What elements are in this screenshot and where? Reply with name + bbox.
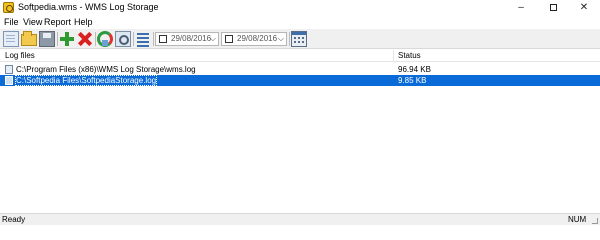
- maximize-icon: [549, 3, 557, 11]
- date-to-checkbox[interactable]: [225, 35, 233, 43]
- column-header-log-files[interactable]: Log files: [5, 51, 35, 60]
- app-icon: [3, 2, 14, 13]
- num-lock-indicator: NUM: [568, 215, 587, 224]
- log-file-status: 96.94 KB: [398, 65, 431, 74]
- table-row[interactable]: C:\Softpedia Files\SoftpediaStorage.log …: [0, 75, 600, 86]
- log-files-list[interactable]: Log files Status C:\Program Files (x86)\…: [0, 50, 600, 213]
- status-text: Ready: [2, 215, 26, 224]
- menu-bar: File View Report Help: [0, 16, 600, 29]
- new-icon[interactable]: [3, 31, 19, 47]
- window-title: Softpedia.wms - WMS Log Storage: [18, 2, 159, 12]
- close-button[interactable]: ✕: [568, 0, 600, 15]
- list-header: Log files Status: [0, 50, 600, 62]
- open-folder-icon[interactable]: [21, 31, 37, 46]
- column-header-status[interactable]: Status: [398, 51, 421, 60]
- calendar-icon[interactable]: [291, 31, 307, 47]
- log-file-icon: [5, 76, 13, 85]
- save-icon[interactable]: [39, 31, 55, 47]
- toolbar-separator: [57, 32, 58, 46]
- toolbar-separator: [153, 32, 154, 46]
- status-bar: Ready NUM: [0, 213, 600, 225]
- resize-grip-icon[interactable]: [592, 218, 598, 224]
- chevron-down-icon[interactable]: ⌵: [278, 34, 284, 44]
- list-icon[interactable]: [135, 31, 151, 47]
- log-file-icon: [5, 65, 13, 74]
- toolbar-separator: [133, 32, 134, 46]
- toolbar-separator: [95, 32, 96, 46]
- menu-view[interactable]: View: [23, 17, 42, 27]
- title-bar: Softpedia.wms - WMS Log Storage – ✕: [0, 0, 600, 16]
- log-file-path: C:\Softpedia Files\SoftpediaStorage.log: [14, 75, 158, 86]
- table-row[interactable]: C:\Program Files (x86)\WMS Log Storage\w…: [0, 64, 600, 75]
- menu-report[interactable]: Report: [44, 17, 71, 27]
- date-from-value: 29/08/2016: [171, 34, 212, 43]
- date-from-checkbox[interactable]: [159, 35, 167, 43]
- find-icon[interactable]: [115, 31, 131, 47]
- log-file-path: C:\Program Files (x86)\WMS Log Storage\w…: [16, 65, 196, 74]
- minimize-button[interactable]: –: [505, 0, 537, 15]
- toolbar-separator: [289, 32, 290, 46]
- recycle-icon[interactable]: [97, 31, 113, 47]
- date-from-picker[interactable]: 29/08/2016 ⌵: [155, 32, 219, 46]
- menu-help[interactable]: Help: [74, 17, 93, 27]
- menu-file[interactable]: File: [4, 17, 19, 27]
- date-to-picker[interactable]: 29/08/2016 ⌵: [221, 32, 287, 46]
- delete-icon[interactable]: [77, 31, 93, 47]
- chevron-down-icon[interactable]: ⌵: [210, 34, 216, 44]
- date-to-value: 29/08/2016: [237, 34, 278, 43]
- add-icon[interactable]: [59, 31, 75, 47]
- toolbar: 29/08/2016 ⌵ 29/08/2016 ⌵: [0, 29, 600, 49]
- column-divider[interactable]: [393, 50, 394, 62]
- maximize-button[interactable]: [537, 0, 569, 15]
- log-file-status: 9.85 KB: [398, 76, 427, 85]
